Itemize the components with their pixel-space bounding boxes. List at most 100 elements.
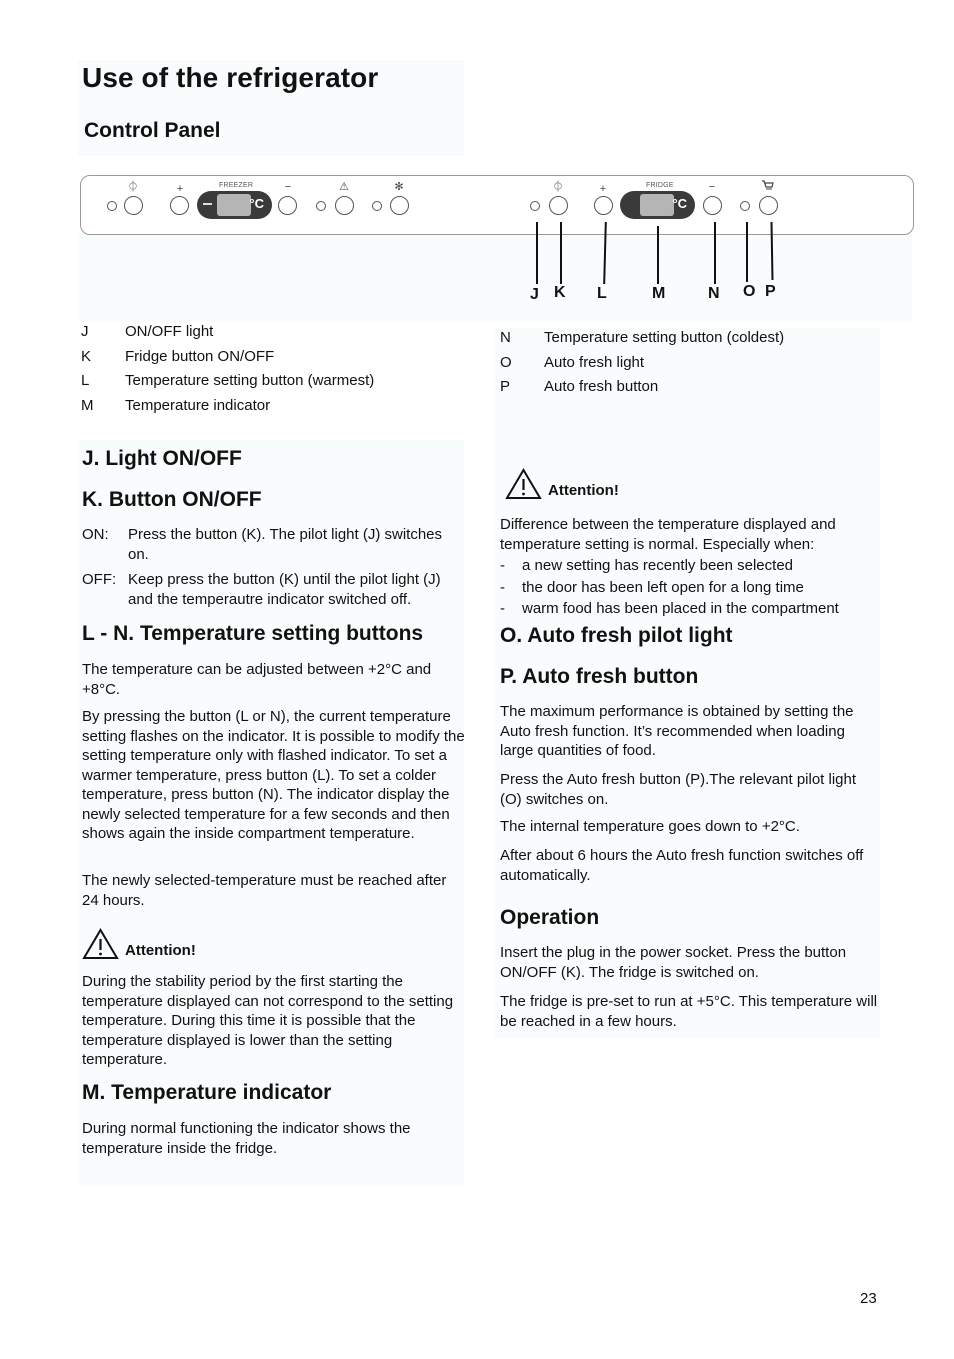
fridge-power-button-K[interactable] <box>549 196 568 215</box>
fastfreeze-icon: ✻ <box>394 181 404 193</box>
heading-temperature-indicator: M. Temperature indicator <box>82 1081 332 1104</box>
definition-item: ON: Press the button (K). The pilot light… <box>82 525 467 564</box>
callout-J: J <box>530 286 539 303</box>
callout-L: L <box>597 285 607 302</box>
legend-key: N <box>500 329 511 346</box>
legend-text: Temperature setting button (coldest) <box>544 329 785 346</box>
attention-label: Attention! <box>548 482 619 499</box>
freezer-display: °C <box>197 191 272 219</box>
leader-line-K <box>560 222 562 284</box>
attention-bullets: -a new setting has recently been selecte… <box>500 555 885 620</box>
alarm-button[interactable] <box>335 196 354 215</box>
operation-text-2: The fridge is pre-set to run at +5°C. Th… <box>500 993 878 1030</box>
autofresh-led-O <box>740 201 750 211</box>
legend-key: P <box>500 378 511 395</box>
fastfreeze-button[interactable] <box>390 196 409 215</box>
freezer-power-button[interactable] <box>124 196 143 215</box>
freezer-plus-button[interactable] <box>170 196 189 215</box>
definition-text: Press the button (K). The pilot light (J… <box>128 526 443 563</box>
freezer-display-screen <box>217 194 251 216</box>
power-icon: ⏀ <box>127 181 139 193</box>
autofresh-text-1: The maximum performance is obtained by s… <box>500 703 854 759</box>
legend-item: P Auto fresh button <box>500 375 784 400</box>
bullet-text: warm food has been placed in the compart… <box>522 600 839 617</box>
plus-icon: + <box>176 183 184 195</box>
temp-setting-text: By pressing the button (L or N), the cur… <box>82 708 465 842</box>
legend-item: O Auto fresh light <box>500 351 784 376</box>
legend-text: Temperature setting button (warmest) <box>125 372 375 389</box>
warning-icon <box>82 928 119 959</box>
attention-left: Attention! <box>82 928 196 960</box>
leader-line-M <box>657 226 659 284</box>
legend-key: O <box>500 353 512 371</box>
fridge-display-M: °C <box>620 191 695 219</box>
fridge-power-led-J <box>530 201 540 211</box>
fastfreeze-led <box>372 201 382 211</box>
autofresh-text-3: The internal temperature goes down to +2… <box>500 818 800 835</box>
celsius-symbol: °C <box>249 196 264 211</box>
autofresh-text-2: Press the Auto fresh button (P).The rele… <box>500 771 857 808</box>
definition-key: OFF: <box>82 571 117 588</box>
attention-right: Attention! <box>505 468 619 500</box>
freezer-label: FREEZER <box>219 182 254 189</box>
leader-line-J <box>536 222 538 284</box>
legend-text: Auto fresh button <box>544 378 659 395</box>
leader-line-O <box>746 222 748 282</box>
legend-left: J ON/OFF light K Fridge button ON/OFF L Tem… <box>81 320 374 418</box>
definition-key: ON: <box>82 526 109 543</box>
heading-auto-fresh-button: P. Auto fresh button <box>500 665 699 688</box>
freezer-power-led <box>107 201 117 211</box>
legend-text: Temperature indicator <box>125 396 271 414</box>
bullet-item: -a new setting has recently been selecte… <box>500 555 885 577</box>
attention-right-text: Difference between the temperature displ… <box>500 516 836 553</box>
freezer-minus-button[interactable] <box>278 196 297 215</box>
cart-icon <box>758 180 778 195</box>
autofresh-text-4: After about 6 hours the Auto fresh funct… <box>500 847 864 884</box>
definition-item: OFF: Keep press the button (K) until the … <box>82 570 467 609</box>
autofresh-button-P[interactable] <box>759 196 778 215</box>
warning-icon <box>505 468 542 499</box>
legend-text: Fridge button ON/OFF <box>125 347 275 365</box>
fridge-label: FRIDGE <box>646 182 674 189</box>
fridge-colder-button-N[interactable] <box>703 196 722 215</box>
legend-key: J <box>81 323 89 340</box>
leader-line-N <box>714 222 716 284</box>
alarm-led <box>316 201 326 211</box>
legend-item: L Temperature setting button (warmest) <box>81 369 374 394</box>
minus-icon: − <box>708 181 716 193</box>
callout-O: O <box>743 283 756 300</box>
attention-label: Attention! <box>125 942 196 959</box>
definition-text: Keep press the button (K) until the pilo… <box>128 571 441 608</box>
attention-left-text: During the stability period by the first… <box>82 973 454 1068</box>
heading-operation: Operation <box>500 906 600 929</box>
operation-text-1: Insert the plug in the power socket. Pre… <box>500 944 847 981</box>
alarm-icon: ⚠ <box>339 181 349 193</box>
legend-key: M <box>81 396 94 414</box>
minus-sign <box>203 203 212 205</box>
celsius-symbol: °C <box>672 196 687 211</box>
legend-key: K <box>81 347 92 365</box>
temp-reach-text: The newly selected-temperature must be r… <box>82 872 447 909</box>
legend-item: J ON/OFF light <box>81 320 374 345</box>
fridge-warmer-button-L[interactable] <box>594 196 613 215</box>
k-definition-list: ON: Press the button (K). The pilot light… <box>82 525 467 615</box>
legend-item: M Temperature indicator <box>81 394 374 419</box>
legend-text: ON/OFF light <box>125 323 214 340</box>
callout-K: K <box>554 284 566 301</box>
heading-auto-fresh-light: O. Auto fresh pilot light <box>500 624 733 647</box>
page-number: 23 <box>860 1290 877 1307</box>
indicator-text: During normal functioning the indicator … <box>82 1120 411 1157</box>
legend-item: K Fridge button ON/OFF <box>81 345 374 370</box>
bullet-text: a new setting has recently been selected <box>522 557 794 574</box>
callout-M: M <box>652 285 666 302</box>
callout-N: N <box>708 285 720 302</box>
bullet-item: - the door has been left open for a long … <box>500 577 885 599</box>
heading-k-button: K. Button ON/OFF <box>82 488 262 511</box>
heading-temperature-buttons: L - N. Temperature setting buttons <box>82 622 424 645</box>
page-title: Use of the refrigerator <box>82 62 379 93</box>
heading-j-light: J. Light ON/OFF <box>82 447 242 470</box>
control-panel-diagram: ⏀ + FREEZER °C − ⚠ ✻ ⏀ + FRIDGE °C − <box>80 175 914 235</box>
plus-icon: + <box>599 183 607 195</box>
bullet-item: - warm food has been placed in the compar… <box>500 598 885 620</box>
section-subtitle: Control Panel <box>84 119 221 142</box>
